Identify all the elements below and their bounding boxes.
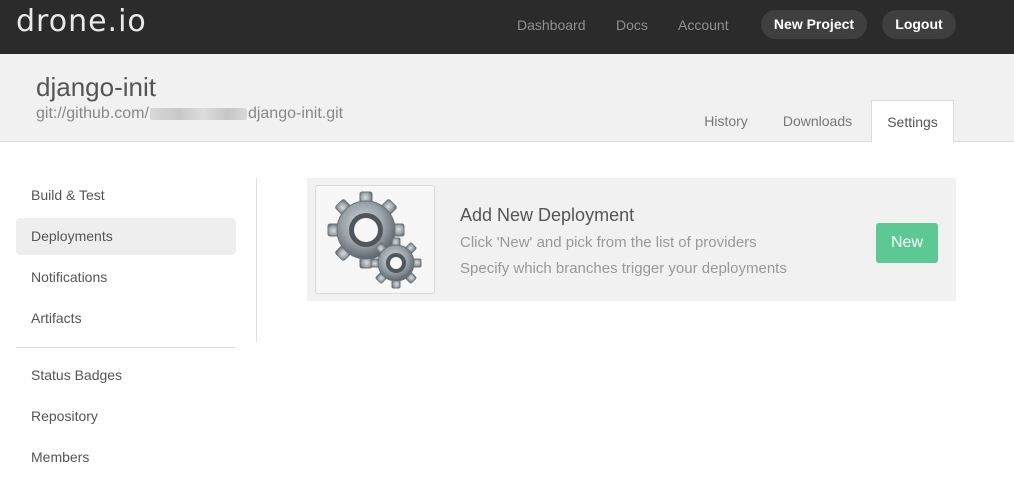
sidebar-divider <box>16 347 235 348</box>
sidebar-item-members[interactable]: Members <box>16 439 236 476</box>
sidebar-item-repository[interactable]: Repository <box>16 398 236 435</box>
new-project-button[interactable]: New Project <box>761 10 867 39</box>
tab-settings[interactable]: Settings <box>871 100 954 143</box>
sidebar-item-artifacts[interactable]: Artifacts <box>16 300 236 337</box>
repo-url-suffix: django-init.git <box>247 105 344 122</box>
card-description-line-1: Click 'New' and pick from the list of pr… <box>460 234 757 251</box>
card-description-line-2: Specify which branches trigger your depl… <box>460 260 787 277</box>
tab-downloads[interactable]: Downloads <box>770 100 865 142</box>
add-deployment-card: Add New Deployment Click 'New' and pick … <box>307 178 956 301</box>
sidebar-item-notifications[interactable]: Notifications <box>16 259 236 296</box>
tab-history[interactable]: History <box>690 100 762 142</box>
new-deployment-button[interactable]: New <box>876 223 938 263</box>
nav-dashboard-link[interactable]: Dashboard <box>517 16 586 34</box>
card-title: Add New Deployment <box>460 205 635 225</box>
drone-logo[interactable]: drone.io <box>16 4 147 40</box>
content-divider <box>256 178 257 342</box>
project-header: django-init git://github.com/django-init… <box>0 54 1014 143</box>
sidebar-item-deployments[interactable]: Deployments <box>16 218 236 255</box>
sidebar-item-status-badges[interactable]: Status Badges <box>16 357 236 394</box>
top-navbar: drone.io Dashboard Docs Account New Proj… <box>0 0 1014 54</box>
project-repo-url: git://github.com/django-init.git <box>36 104 343 124</box>
project-title: django-init <box>36 72 156 102</box>
repo-url-prefix: git://github.com/ <box>36 105 149 122</box>
nav-account-link[interactable]: Account <box>678 16 729 34</box>
sidebar-item-build-test[interactable]: Build & Test <box>16 177 236 214</box>
redacted-username <box>149 107 247 120</box>
logout-button[interactable]: Logout <box>882 10 956 39</box>
gears-icon <box>315 185 435 294</box>
nav-docs-link[interactable]: Docs <box>616 16 648 34</box>
